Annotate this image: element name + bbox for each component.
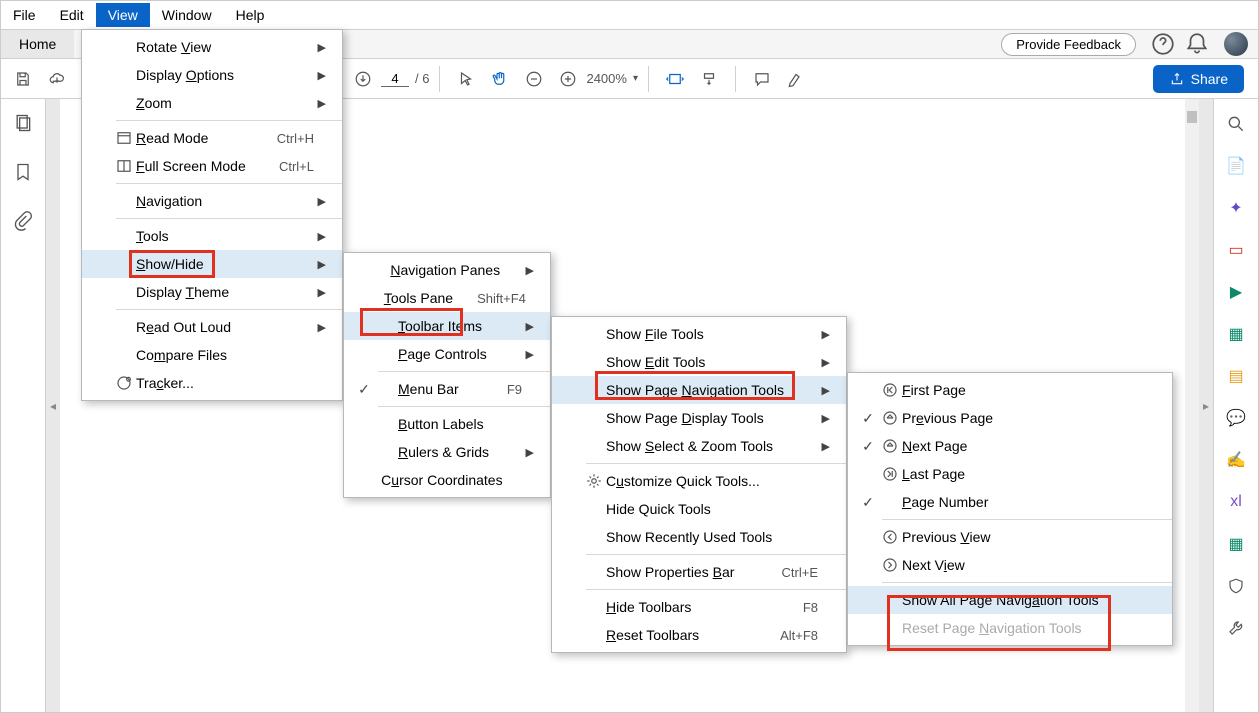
menuitem-view_menu-14[interactable]: Compare Files [82, 341, 342, 369]
menuitem-pagenav_menu-4[interactable]: ✓Page Number [848, 488, 1172, 516]
pointer-icon[interactable] [450, 63, 482, 95]
cloud-icon[interactable] [41, 63, 73, 95]
comment-tool-icon[interactable]: ▶ [1225, 281, 1247, 303]
menuitem-showhide_menu-2[interactable]: Toolbar Items▶ [344, 312, 550, 340]
menuitem-toolbaritems_menu-3[interactable]: Show Page Display Tools▶ [552, 404, 846, 432]
menuitem-toolbaritems_menu-6[interactable]: Customize Quick Tools... [552, 467, 846, 495]
zoom-value[interactable]: 2400% [586, 71, 626, 86]
pages-icon[interactable] [13, 113, 33, 138]
menuitem-pagenav_menu-7[interactable]: Next View [848, 551, 1172, 579]
export-pdf-icon[interactable]: 📄 [1225, 155, 1247, 177]
search-icon[interactable] [1225, 113, 1247, 135]
menuitem-pagenav_menu-10: Reset Page Navigation Tools [848, 614, 1172, 642]
redact-icon[interactable]: 💬 [1225, 407, 1247, 429]
chevron-down-icon[interactable]: ▾ [633, 73, 638, 84]
feedback-button[interactable]: Provide Feedback [1001, 33, 1136, 56]
menuitem-toolbaritems_menu-7[interactable]: Hide Quick Tools [552, 495, 846, 523]
menuitem-toolbaritems_menu-13[interactable]: Reset ToolbarsAlt+F8 [552, 621, 846, 649]
help-icon[interactable] [1150, 31, 1176, 57]
zoom-out-icon[interactable] [518, 63, 550, 95]
menuitem-toolbaritems_menu-10[interactable]: Show Properties BarCtrl+E [552, 558, 846, 586]
tab-home[interactable]: Home [1, 30, 74, 58]
menuitem-view_menu-10[interactable]: Show/Hide▶ [82, 250, 342, 278]
share-button[interactable]: Share [1153, 65, 1244, 93]
fit-width-icon[interactable] [659, 63, 691, 95]
menuitem-showhide_menu-5[interactable]: ✓Menu BarF9 [344, 375, 550, 403]
avatar[interactable] [1224, 32, 1248, 56]
menuitem-view_menu-0[interactable]: Rotate View▶ [82, 33, 342, 61]
toolbaritems-menu: Show File Tools▶Show Edit Tools▶Show Pag… [551, 316, 847, 653]
menu-edit[interactable]: Edit [48, 3, 96, 27]
menuitem-pagenav_menu-9[interactable]: Show All Page Navigation Tools [848, 586, 1172, 614]
attachment-icon[interactable] [13, 211, 33, 236]
menuitem-pagenav_menu-2[interactable]: ✓Next Page [848, 432, 1172, 460]
right-gutter[interactable]: ▸ [1199, 99, 1213, 712]
menu-help[interactable]: Help [224, 3, 277, 27]
wrench-icon[interactable] [1225, 617, 1247, 639]
compress-icon[interactable]: ▦ [1225, 533, 1247, 555]
menuitem-pagenav_menu-0[interactable]: First Page [848, 376, 1172, 404]
highlight-icon[interactable] [780, 63, 812, 95]
create-pdf-icon[interactable]: ▭ [1225, 239, 1247, 261]
menu-view[interactable]: View [96, 3, 150, 27]
menuitem-view_menu-4[interactable]: Read ModeCtrl+H [82, 124, 342, 152]
left-gutter[interactable]: ◂ [46, 99, 60, 712]
page-number-input[interactable] [381, 71, 409, 87]
pagenav-menu: First Page✓Previous Page✓Next PageLast P… [847, 372, 1173, 646]
menu-bar: File Edit View Window Help [1, 1, 1258, 29]
bookmark-icon[interactable] [13, 162, 33, 187]
menuitem-view_menu-2[interactable]: Zoom▶ [82, 89, 342, 117]
menuitem-showhide_menu-0[interactable]: Navigation Panes▶ [344, 256, 550, 284]
menuitem-pagenav_menu-1[interactable]: ✓Previous Page [848, 404, 1172, 432]
menuitem-view_menu-11[interactable]: Display Theme▶ [82, 278, 342, 306]
download-icon[interactable] [347, 63, 379, 95]
save-icon[interactable] [7, 63, 39, 95]
menuitem-toolbaritems_menu-1[interactable]: Show Edit Tools▶ [552, 348, 846, 376]
menuitem-showhide_menu-8[interactable]: Rulers & Grids▶ [344, 438, 550, 466]
menuitem-pagenav_menu-6[interactable]: Previous View [848, 523, 1172, 551]
sign-icon[interactable]: ✍ [1225, 449, 1247, 471]
page-count: / 6 [415, 71, 429, 86]
comment-icon[interactable] [746, 63, 778, 95]
menuitem-toolbaritems_menu-2[interactable]: Show Page Navigation Tools▶ [552, 376, 846, 404]
menuitem-showhide_menu-9[interactable]: Cursor Coordinates [344, 466, 550, 494]
menuitem-pagenav_menu-3[interactable]: Last Page [848, 460, 1172, 488]
menuitem-view_menu-1[interactable]: Display Options▶ [82, 61, 342, 89]
menuitem-view_menu-15[interactable]: Tracker... [82, 369, 342, 397]
menuitem-view_menu-9[interactable]: Tools▶ [82, 222, 342, 250]
shield-icon[interactable] [1225, 575, 1247, 597]
combine-icon[interactable]: ▦ [1225, 323, 1247, 345]
left-rail [1, 99, 46, 712]
bell-icon[interactable] [1184, 31, 1210, 57]
menuitem-showhide_menu-3[interactable]: Page Controls▶ [344, 340, 550, 368]
organize-icon[interactable]: ▤ [1225, 365, 1247, 387]
menu-window[interactable]: Window [150, 3, 224, 27]
vertical-scrollbar[interactable] [1185, 99, 1199, 712]
zoom-in-icon[interactable] [552, 63, 584, 95]
scroll-icon[interactable] [693, 63, 725, 95]
menuitem-view_menu-7[interactable]: Navigation▶ [82, 187, 342, 215]
menuitem-toolbaritems_menu-4[interactable]: Show Select & Zoom Tools▶ [552, 432, 846, 460]
edit-pdf-icon[interactable]: ✦ [1225, 197, 1247, 219]
menu-file[interactable]: File [1, 3, 48, 27]
menuitem-view_menu-5[interactable]: Full Screen ModeCtrl+L [82, 152, 342, 180]
menuitem-showhide_menu-1[interactable]: Tools PaneShift+F4 [344, 284, 550, 312]
view-menu: Rotate View▶Display Options▶Zoom▶ Read Mo… [81, 29, 343, 401]
menuitem-showhide_menu-7[interactable]: Button Labels [344, 410, 550, 438]
hand-icon[interactable] [484, 63, 516, 95]
menuitem-toolbaritems_menu-12[interactable]: Hide ToolbarsF8 [552, 593, 846, 621]
showhide-menu: Navigation Panes▶Tools PaneShift+F4Toolb… [343, 252, 551, 498]
menuitem-view_menu-13[interactable]: Read Out Loud▶ [82, 313, 342, 341]
right-rail: 📄 ✦ ▭ ▶ ▦ ▤ 💬 ✍ xl ▦ [1213, 99, 1258, 712]
protect-icon[interactable]: xl [1225, 491, 1247, 513]
menuitem-toolbaritems_menu-0[interactable]: Show File Tools▶ [552, 320, 846, 348]
menuitem-toolbaritems_menu-8[interactable]: Show Recently Used Tools [552, 523, 846, 551]
